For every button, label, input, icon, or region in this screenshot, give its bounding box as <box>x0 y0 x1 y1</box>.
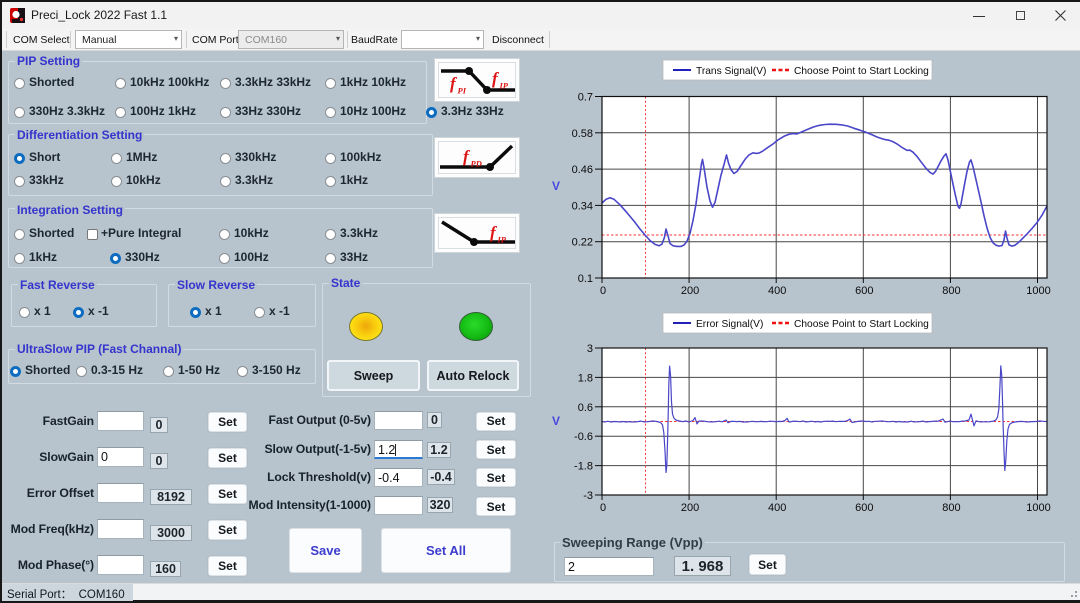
svg-text:0.6: 0.6 <box>578 402 593 414</box>
svg-text:600: 600 <box>855 285 873 297</box>
svg-text:IP: IP <box>497 235 507 245</box>
svg-text:0: 0 <box>600 285 606 297</box>
svg-text:400: 400 <box>768 502 786 514</box>
svg-text:0.7: 0.7 <box>578 92 593 104</box>
svg-text:400: 400 <box>768 285 786 297</box>
svg-text:V: V <box>552 179 560 193</box>
svg-text:V: V <box>552 414 560 428</box>
svg-text:0.22: 0.22 <box>572 237 593 249</box>
svg-text:1000: 1000 <box>1026 502 1050 514</box>
svg-text:PI: PI <box>458 86 467 96</box>
svg-text:1.8: 1.8 <box>578 372 593 384</box>
svg-text:PD: PD <box>471 159 482 169</box>
svg-text:200: 200 <box>681 502 699 514</box>
svg-text:0.46: 0.46 <box>572 164 593 176</box>
svg-text:0: 0 <box>600 502 606 514</box>
svg-text:0.34: 0.34 <box>572 200 593 212</box>
svg-text:1000: 1000 <box>1026 285 1050 297</box>
svg-text:0.1: 0.1 <box>578 273 593 285</box>
svg-text:-0.6: -0.6 <box>574 431 593 443</box>
svg-text:800: 800 <box>942 285 960 297</box>
svg-text:Error Signal(V): Error Signal(V) <box>696 319 763 330</box>
svg-text:3: 3 <box>587 343 593 355</box>
svg-text:0.58: 0.58 <box>572 128 593 140</box>
svg-text:IP: IP <box>499 81 509 91</box>
svg-text:Choose Point to Start Locking: Choose Point to Start Locking <box>794 66 929 77</box>
svg-text:Trans Signal(V): Trans Signal(V) <box>696 66 766 77</box>
svg-text:Choose Point to Start Locking: Choose Point to Start Locking <box>794 319 929 330</box>
svg-text:200: 200 <box>681 285 699 297</box>
svg-text:-3: -3 <box>583 490 593 502</box>
svg-text:800: 800 <box>942 502 960 514</box>
svg-text:-1.8: -1.8 <box>574 461 593 473</box>
svg-text:600: 600 <box>855 502 873 514</box>
